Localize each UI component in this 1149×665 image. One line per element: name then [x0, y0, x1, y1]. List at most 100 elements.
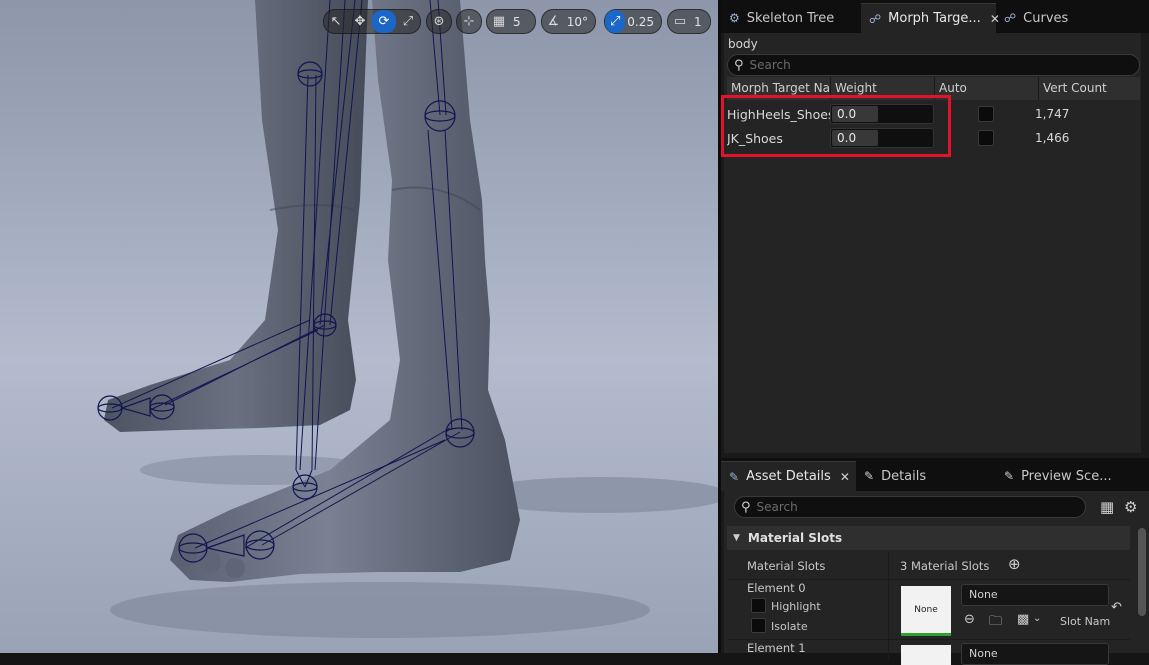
- details-scrollbar[interactable]: [1138, 528, 1146, 616]
- translate-mode-icon[interactable]: ✥: [348, 10, 372, 33]
- column-vert-count[interactable]: Vert Count: [1039, 77, 1140, 100]
- search-icon: ⚲: [741, 499, 751, 515]
- morph-table-header: Morph Target Na Weight Auto Vert Count: [727, 77, 1140, 100]
- details-search[interactable]: ⚲: [734, 496, 1086, 518]
- slot-name-label: Slot Nam: [1060, 615, 1111, 628]
- add-slot-icon[interactable]: ⊕: [1008, 555, 1021, 573]
- rotation-snap-control[interactable]: ∡ 10°: [541, 9, 596, 34]
- material-slots-row: Material Slots 3 Material Slots ⊕: [727, 552, 1130, 580]
- element-0-label: Element 0: [747, 581, 806, 595]
- preview-scene-icon: ✎: [1004, 469, 1015, 483]
- tab-preview-scene[interactable]: ✎ Preview Sce...: [996, 461, 1126, 491]
- reset-to-default-icon[interactable]: ↶: [1111, 600, 1122, 615]
- material-thumbnail[interactable]: [901, 645, 951, 665]
- column-morph-target-name[interactable]: Morph Target Na: [727, 77, 831, 100]
- material-combo[interactable]: None: [961, 584, 1109, 606]
- details-icon: ✎: [864, 469, 875, 483]
- material-value: None: [969, 647, 998, 660]
- morph-name: JK_Shoes: [727, 130, 783, 146]
- weight-value: 0.0: [837, 131, 857, 145]
- details-search-input[interactable]: [756, 500, 1067, 514]
- surface-snap-toggle[interactable]: ⊹: [456, 9, 482, 34]
- material-combo[interactable]: None: [961, 643, 1109, 665]
- close-icon[interactable]: ✕: [840, 470, 850, 484]
- row-divider: [888, 580, 889, 639]
- morph-target-icon: ☍: [869, 11, 882, 26]
- world-local-toggle[interactable]: ⊛: [426, 9, 452, 34]
- row-divider: [888, 552, 889, 579]
- collapse-arrow-icon: ▼: [733, 533, 740, 543]
- column-weight[interactable]: Weight: [831, 77, 935, 100]
- viewport[interactable]: ↖ ✥ ⟳ ⤢ ⊛ ⊹ ▦ 5 ∡ 10° ⤢ 0.25 ▭ 1: [0, 0, 718, 653]
- right-panel: ⚙ Skeleton Tree ☍ Morph Targe... ✕ ☍ Cur…: [718, 0, 1149, 665]
- use-selected-icon[interactable]: ⊖: [964, 612, 975, 627]
- scale-snap-control[interactable]: ⤢ 0.25: [604, 9, 662, 34]
- scale-mode-icon[interactable]: ⤢: [396, 10, 420, 33]
- morph-name: HighHeels_Shoes: [727, 106, 830, 122]
- camera-speed-value: 1: [694, 14, 702, 29]
- grid-snap-control[interactable]: ▦ 5: [486, 9, 536, 34]
- morph-row[interactable]: JK_Shoes 0.0 1,466: [727, 126, 1140, 150]
- weight-slider[interactable]: 0.0: [830, 104, 934, 124]
- material-thumbnail[interactable]: None: [901, 586, 951, 636]
- element-1-row: Element 1 None: [727, 640, 1130, 665]
- grid-snap-icon: ▦: [492, 14, 506, 29]
- tab-morph-target[interactable]: ☍ Morph Targe... ✕: [861, 3, 1000, 33]
- viewport-toolbar: ↖ ✥ ⟳ ⤢ ⊛ ⊹ ▦ 5 ∡ 10° ⤢ 0.25 ▭ 1: [0, 9, 718, 35]
- browse-folder-icon[interactable]: 🗀: [989, 612, 1002, 634]
- texture-options-icon[interactable]: ▩: [1017, 612, 1029, 627]
- asset-details-icon: ✎: [729, 469, 740, 484]
- scale-snap-icon: ⤢: [605, 10, 626, 33]
- element-0-row: Element 0 Highlight Isolate None None ⊖ …: [727, 580, 1130, 640]
- weight-slider[interactable]: 0.0: [830, 128, 934, 148]
- material-value: None: [969, 588, 998, 601]
- tab-label: Preview Sce...: [1021, 468, 1112, 484]
- vert-count: 1,747: [1035, 107, 1070, 121]
- grid-snap-value: 5: [513, 14, 521, 29]
- details-tabbar: ✎ Asset Details ✕ ✎ Details ✎ Preview Sc…: [721, 458, 1149, 491]
- isolate-label: Isolate: [771, 620, 808, 633]
- tab-label: Details: [881, 468, 927, 484]
- morph-search[interactable]: ⚲: [727, 54, 1140, 76]
- isolate-checkbox[interactable]: [751, 618, 766, 633]
- tab-label: Skeleton Tree: [746, 10, 835, 26]
- material-slots-label: Material Slots: [747, 559, 826, 573]
- tab-label: Morph Targe...: [888, 11, 981, 26]
- curves-icon: ☍: [1004, 11, 1017, 25]
- settings-gear-icon[interactable]: ⚙: [1124, 498, 1137, 516]
- tab-label: Curves: [1023, 10, 1069, 26]
- weight-value: 0.0: [837, 107, 857, 121]
- morph-target-panel: body ⚲ Morph Target Na Weight Auto Vert …: [724, 33, 1141, 453]
- row-divider: [888, 640, 889, 660]
- column-auto[interactable]: Auto: [935, 77, 1039, 100]
- morph-search-input[interactable]: [749, 58, 1115, 72]
- morph-row[interactable]: HighHeels_Shoes 0.0 1,747: [727, 102, 1140, 126]
- auto-checkbox[interactable]: [978, 106, 994, 122]
- thumbnail-text: None: [914, 604, 938, 615]
- search-icon: ⚲: [734, 57, 744, 73]
- top-tabbar: ⚙ Skeleton Tree ☍ Morph Targe... ✕ ☍ Cur…: [721, 0, 1149, 33]
- surface-snap-icon: ⊹: [463, 14, 475, 29]
- camera-icon: ▭: [673, 14, 687, 29]
- tab-asset-details[interactable]: ✎ Asset Details ✕: [721, 461, 856, 491]
- rotate-mode-icon[interactable]: ⟳: [372, 10, 396, 33]
- auto-checkbox[interactable]: [978, 130, 994, 146]
- details-panel: ⚲ ▦ ⚙ ▼ Material Slots Material Slots 3 …: [724, 491, 1149, 665]
- scale-snap-value: 0.25: [627, 14, 654, 29]
- world-coordinates-icon: ⊛: [433, 14, 445, 29]
- camera-speed-control[interactable]: ▭ 1: [667, 9, 711, 34]
- chevron-down-icon[interactable]: ⌄: [1033, 613, 1041, 624]
- tab-skeleton-tree[interactable]: ⚙ Skeleton Tree: [721, 3, 861, 33]
- rotation-snap-value: 10°: [566, 14, 588, 29]
- material-slots-count: 3 Material Slots: [900, 559, 990, 573]
- skeleton-tree-icon: ⚙: [729, 11, 740, 25]
- tab-details[interactable]: ✎ Details: [856, 461, 996, 491]
- rotation-snap-icon: ∡: [547, 14, 560, 29]
- highlight-label: Highlight: [771, 600, 821, 613]
- material-slots-section-header[interactable]: ▼ Material Slots: [727, 526, 1130, 550]
- tab-curves[interactable]: ☍ Curves: [996, 3, 1096, 33]
- highlight-checkbox[interactable]: [751, 598, 766, 613]
- section-title: Material Slots: [747, 531, 843, 545]
- table-view-icon[interactable]: ▦: [1100, 498, 1114, 516]
- select-mode-icon[interactable]: ↖: [324, 10, 348, 33]
